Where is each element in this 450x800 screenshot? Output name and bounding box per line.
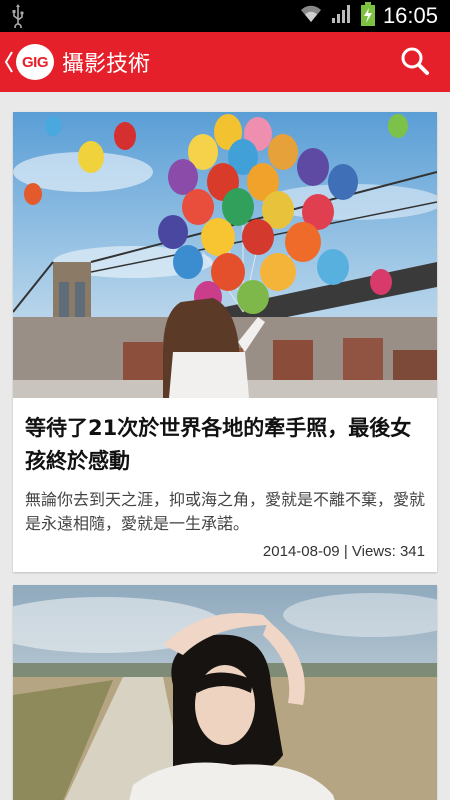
- clock: 16:05: [382, 3, 438, 28]
- page-title: 攝影技術: [62, 52, 151, 77]
- article-excerpt: 無論你去到天之涯，抑或海之角，愛就是不離不棄，愛就是永遠相隨，愛就是一生承諾。: [25, 490, 426, 533]
- usb-icon: [10, 4, 26, 32]
- status-bar: 16:05: [0, 0, 450, 32]
- wifi-icon: [299, 4, 323, 28]
- article-thumbnail[interactable]: [13, 585, 437, 800]
- article-meta: 2014-08-09 | Views: 341: [262, 543, 425, 560]
- article-title[interactable]: 等待了21次於世界各地的牽手照，最後女孩終於感動: [13, 398, 437, 478]
- article-thumbnail[interactable]: [13, 112, 437, 398]
- article-card[interactable]: [13, 585, 437, 800]
- app-bar: GIG 攝影技術: [0, 32, 450, 92]
- article-card[interactable]: 等待了21次於世界各地的牽手照，最後女孩終於感動 無論你去到天之涯，抑或海之角，…: [13, 112, 437, 572]
- back-chevron-icon[interactable]: [4, 49, 14, 79]
- signal-icon: [331, 4, 353, 28]
- app-logo[interactable]: GIG: [16, 44, 54, 80]
- search-icon[interactable]: [400, 46, 430, 80]
- battery-charging-icon: [360, 2, 375, 30]
- article-list: 等待了21次於世界各地的牽手照，最後女孩終於感動 無論你去到天之涯，抑或海之角，…: [0, 92, 450, 800]
